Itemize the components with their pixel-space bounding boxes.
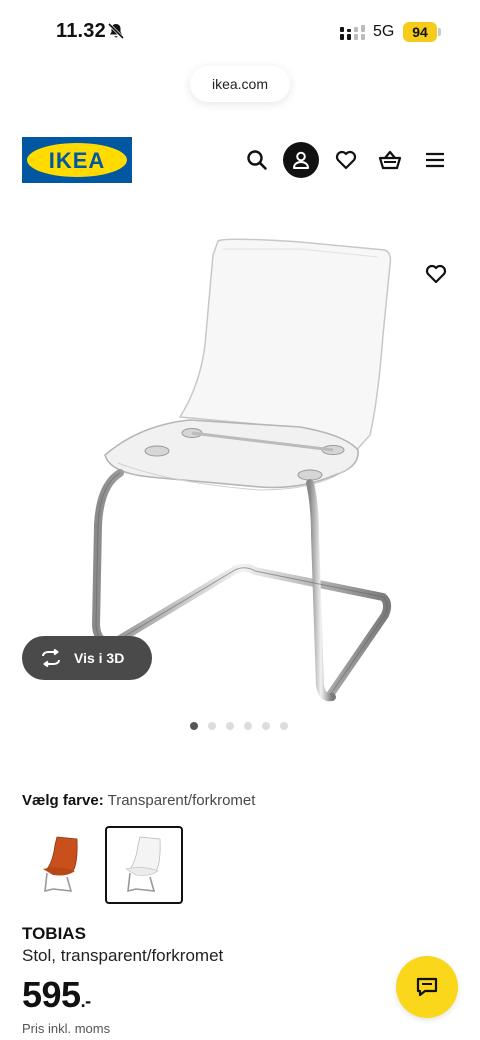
carousel-dot[interactable] (208, 722, 216, 730)
svg-text:IKEA: IKEA (49, 148, 106, 173)
bell-muted-icon (107, 22, 125, 40)
color-selection-label: Vælg farve: Transparent/forkromet (22, 792, 255, 809)
color-swatch-transparent[interactable] (105, 826, 183, 904)
color-label: Vælg farve: (22, 792, 104, 809)
battery-indicator: 94 (403, 22, 441, 42)
carousel-dot[interactable] (262, 722, 270, 730)
price-value: 595 (22, 974, 81, 1015)
carousel-dot[interactable] (226, 722, 234, 730)
price-suffix: .- (80, 991, 92, 1011)
product-image[interactable] (0, 205, 480, 705)
menu-icon[interactable] (418, 143, 452, 177)
search-icon[interactable] (240, 143, 274, 177)
product-description: Stol, transparent/forkromet (22, 946, 224, 965)
ikea-logo[interactable]: IKEA (22, 137, 132, 183)
color-swatch-orange[interactable] (22, 826, 100, 904)
carousel-dot[interactable] (244, 722, 252, 730)
chat-button[interactable] (396, 956, 458, 1018)
save-favorite-button[interactable] (420, 258, 452, 290)
view-3d-label: Vis i 3D (74, 650, 125, 666)
orange-chair-thumbnail (43, 836, 78, 893)
carousel-dot[interactable] (190, 722, 198, 730)
color-value: Transparent/forkromet (107, 792, 256, 809)
view-3d-button[interactable]: Vis i 3D (22, 636, 152, 680)
product-price: 595.- (22, 974, 91, 1016)
heart-icon[interactable] (329, 143, 363, 177)
carousel-indicator (190, 722, 288, 730)
heart-icon (425, 264, 447, 284)
url-bar[interactable]: ikea.com (190, 66, 290, 102)
network-label: 5G (373, 23, 395, 40)
status-time: 11.32 (56, 20, 106, 42)
chat-icon (416, 977, 438, 997)
carousel-dot[interactable] (280, 722, 288, 730)
account-icon[interactable] (283, 142, 319, 178)
price-note: Pris inkl. moms (22, 1021, 111, 1036)
basket-icon[interactable] (373, 143, 407, 177)
signal-icon (340, 25, 365, 40)
transparent-chair-thumbnail (125, 836, 161, 893)
rotate-3d-icon (42, 649, 60, 667)
status-bar: 11.32 5G 94 (0, 0, 480, 64)
product-name: TOBIAS (22, 924, 86, 943)
